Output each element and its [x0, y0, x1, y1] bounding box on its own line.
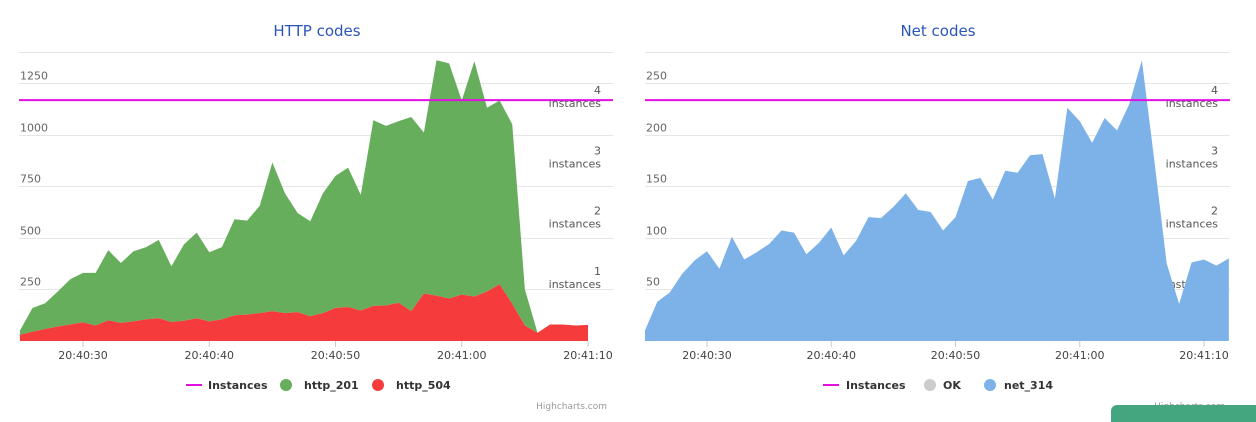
y-tick-label: 1000: [20, 122, 48, 135]
right-tick-value: 2: [1211, 205, 1218, 218]
x-tick-label: 20:40:50: [931, 349, 980, 362]
legend-label: Instances: [208, 379, 268, 392]
right-tick-unit: instances: [549, 97, 602, 110]
floating-action-tab[interactable]: [1111, 405, 1256, 422]
x-tick-label: 20:41:00: [1055, 349, 1104, 362]
x-tick-label: 20:41:10: [563, 349, 612, 362]
legend-label: http_201: [304, 379, 359, 392]
y-tick-label: 500: [20, 225, 41, 238]
legend-item-http_504[interactable]: http_504: [372, 379, 451, 392]
x-tick-label: 20:40:30: [682, 349, 731, 362]
right-tick-value: 4: [1211, 84, 1218, 97]
legend-circle-symbol: [984, 379, 996, 391]
chart-net: Net codes501001502002501instances2instan…: [644, 22, 1230, 412]
right-tick-unit: instances: [1166, 157, 1219, 170]
legend-item-http_201[interactable]: http_201: [280, 379, 359, 392]
right-tick-value: 1: [594, 265, 601, 278]
right-tick-unit: instances: [549, 157, 602, 170]
legend-label: http_504: [396, 379, 451, 392]
right-tick-value: 2: [594, 205, 601, 218]
legend-label: Instances: [846, 379, 906, 392]
legend-item-instances[interactable]: Instances: [186, 379, 268, 392]
chart-title: HTTP codes: [273, 22, 360, 40]
x-tick-label: 20:41:00: [437, 349, 486, 362]
chart-http: HTTP codes250500750100012501instances2in…: [19, 22, 613, 412]
y-tick-label: 100: [646, 225, 667, 238]
legend-circle-symbol: [372, 379, 384, 391]
chart-title: Net codes: [900, 22, 975, 40]
x-tick-label: 20:40:40: [185, 349, 234, 362]
legend-item-net_314[interactable]: net_314: [984, 379, 1053, 392]
right-tick-value: 4: [594, 84, 601, 97]
area-series-net_314: [645, 60, 1229, 341]
legend-label: net_314: [1004, 379, 1053, 392]
y-tick-label: 750: [20, 173, 41, 186]
x-tick-label: 20:40:50: [311, 349, 360, 362]
credits-link: Highcharts.com: [536, 402, 607, 412]
legend-label: OK: [943, 379, 961, 392]
legend-item-instances[interactable]: Instances: [823, 379, 906, 392]
y-tick-label: 250: [20, 276, 41, 289]
y-tick-label: 200: [646, 122, 667, 135]
y-tick-label: 250: [646, 70, 667, 83]
right-tick-unit: instances: [1166, 97, 1219, 110]
right-tick-value: 3: [1211, 144, 1218, 157]
right-tick-value: 3: [594, 144, 601, 157]
legend-circle-symbol: [280, 379, 292, 391]
legend-circle-symbol: [924, 379, 936, 391]
x-tick-label: 20:40:30: [58, 349, 107, 362]
y-tick-label: 50: [646, 276, 660, 289]
right-tick-unit: instances: [549, 278, 602, 291]
y-tick-label: 1250: [20, 70, 48, 83]
right-tick-unit: instances: [549, 218, 602, 231]
right-tick-unit: instances: [1166, 218, 1219, 231]
legend-item-ok[interactable]: OK: [924, 379, 961, 392]
dashboard-charts: HTTP codes250500750100012501instances2in…: [19, 22, 1230, 412]
y-tick-label: 150: [646, 173, 667, 186]
x-tick-label: 20:41:10: [1179, 349, 1228, 362]
x-tick-label: 20:40:40: [807, 349, 856, 362]
